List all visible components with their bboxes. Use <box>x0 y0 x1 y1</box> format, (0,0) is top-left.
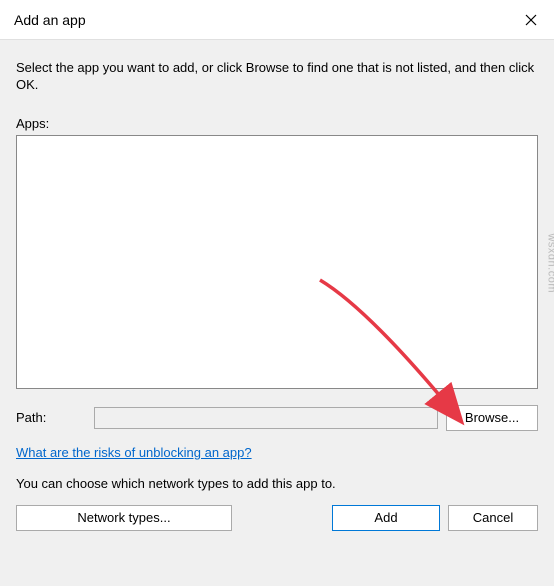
add-button[interactable]: Add <box>332 505 440 531</box>
network-types-text: You can choose which network types to ad… <box>16 476 538 491</box>
risks-link[interactable]: What are the risks of unblocking an app? <box>16 445 252 460</box>
path-input[interactable] <box>94 407 438 429</box>
title-bar: Add an app <box>0 0 554 40</box>
window-title: Add an app <box>14 12 86 28</box>
instruction-text: Select the app you want to add, or click… <box>16 60 538 94</box>
button-row: Network types... Add Cancel <box>16 505 538 531</box>
path-label: Path: <box>16 410 86 425</box>
browse-button[interactable]: Browse... <box>446 405 538 431</box>
apps-label: Apps: <box>16 116 538 131</box>
cancel-button[interactable]: Cancel <box>448 505 538 531</box>
dialog-content: Select the app you want to add, or click… <box>0 40 554 531</box>
close-icon <box>525 14 537 26</box>
apps-listbox[interactable] <box>16 135 538 389</box>
path-row: Path: Browse... <box>16 405 538 431</box>
close-button[interactable] <box>508 0 554 40</box>
watermark: wsxdn.com <box>546 233 554 293</box>
network-types-button[interactable]: Network types... <box>16 505 232 531</box>
